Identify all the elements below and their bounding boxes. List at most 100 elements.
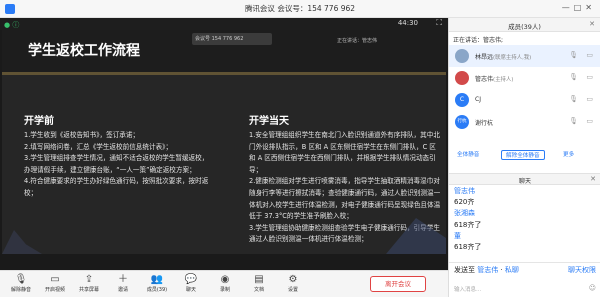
right-item: 2.健康检测组对学生进行喷雾消毒，指导学生抽取酒精消毒湿巾对随身行李等进行擦拭消… <box>249 177 441 221</box>
members-label: 成员(39) <box>146 287 168 293</box>
mic-icon[interactable]: 🎙 <box>569 51 578 59</box>
right-item: 1.安全管理组组织学生在南北门入脸识别通道外有序排队，其中北门外设排队指示，B … <box>249 131 440 174</box>
member-name: CJ <box>475 96 481 103</box>
title-bar: 腾讯会议 会议号：154 776 962 —□✕ <box>0 0 600 18</box>
video-icon[interactable]: ▭ <box>586 51 593 59</box>
video-icon[interactable]: ▭ <box>586 95 593 103</box>
members-title: 成员(39人) <box>508 23 541 31</box>
mic-icon[interactable]: 🎙 <box>569 117 578 125</box>
share-info: 会议号 154 776 962 <box>192 33 272 45</box>
slide-title: 学生返校工作流程 <box>28 43 140 59</box>
document-label: 文档 <box>253 287 264 293</box>
invite-button[interactable]: ＋ 邀请 <box>108 273 138 293</box>
chat-message: 620齐 <box>454 198 475 207</box>
video-icon: ▭ <box>50 274 60 285</box>
mic-icon[interactable]: 🎙 <box>569 95 578 103</box>
avatar <box>455 71 469 85</box>
record-button[interactable]: ◉ 录制 <box>210 273 240 293</box>
mic-icon[interactable]: 🎙 <box>569 73 578 81</box>
member-name: 林昂远(联席主持人,我) <box>475 52 531 61</box>
start-video-button[interactable]: ▭ 开启视频 <box>40 273 70 293</box>
left-item: 4.符合健康要求的学生办好绿色通行码，按照批次要求，按时返校； <box>24 177 209 197</box>
members-button[interactable]: 👥 成员(39) <box>142 273 172 293</box>
meeting-toolbar: 🎙 解除静音 ▭ 开启视频 ⇪ 共享屏幕 ＋ 邀请 👥 成员(39) 💬 聊天 … <box>0 270 448 297</box>
share-meeting-id: 会议号 154 776 962 <box>195 36 244 42</box>
chat-header: 聊天 ✕ <box>449 173 600 185</box>
close-icon[interactable]: ✕ <box>590 175 596 183</box>
emoji-icon[interactable]: ☺ <box>589 284 596 292</box>
stage-top-strip: ● ⓘ 44:30 ⛶ <box>0 18 448 30</box>
chat-input[interactable]: 输入消息... <box>454 285 481 293</box>
send-prefix: 发送至 <box>454 266 475 274</box>
members-icon: 👥 <box>150 274 164 285</box>
start-video-label: 开启视频 <box>44 287 65 293</box>
left-item: 2.填写网络问卷，汇总《学生返校前信息统计表》； <box>24 142 173 151</box>
members-header: 成员(39人) ✕ <box>449 18 600 32</box>
member-name: 管志伟(主持人) <box>475 74 513 83</box>
invite-icon: ＋ <box>118 274 128 285</box>
chat-button[interactable]: 💬 聊天 <box>176 273 206 293</box>
mute-all-button[interactable]: 全体静音 <box>457 150 479 160</box>
member-role: (主持人) <box>493 77 514 83</box>
leave-meeting-button[interactable]: 离开会议 <box>370 276 426 292</box>
member-row[interactable]: 行杭 谢行杭 🎙 ▭ <box>449 111 600 133</box>
settings-button[interactable]: ⚙ 设置 <box>278 273 308 293</box>
chat-compose: 发送至 管志伟 · 私聊 聊天权限 输入消息... ☺ <box>449 262 600 297</box>
video-icon[interactable]: ▭ <box>586 117 593 125</box>
meeting-timer: 44:30 <box>397 19 418 27</box>
invite-label: 邀请 <box>117 287 128 293</box>
video-icon[interactable]: ▭ <box>586 73 593 81</box>
record-icon: ◉ <box>220 274 230 285</box>
avatar: 行杭 <box>455 115 469 129</box>
member-row[interactable]: 管志伟(主持人) 🎙 ▭ <box>449 67 600 89</box>
avatar <box>455 49 469 63</box>
chat-permission-button[interactable]: 聊天权限 <box>568 265 596 275</box>
member-name-text: 管志伟 <box>475 76 494 83</box>
mic-icon: 🎙 <box>14 274 28 285</box>
send-target-name: 管志伟 <box>477 266 499 274</box>
avatar: C <box>455 93 469 107</box>
member-row[interactable]: C CJ 🎙 ▭ <box>449 89 600 111</box>
meeting-window: 腾讯会议 会议号：154 776 962 —□✕ ● ⓘ 44:30 ⛶ 学生返… <box>0 0 600 297</box>
member-name-text: 谢行杭 <box>475 120 494 127</box>
chat-label: 聊天 <box>185 287 196 293</box>
send-target[interactable]: 发送至 管志伟 · 私聊 <box>454 265 519 275</box>
chat-message: 618齐了 <box>454 243 482 252</box>
speaker-tag: 正在讲话：管志伟 <box>337 38 378 44</box>
unmute-button[interactable]: 🎙 解除静音 <box>6 273 36 293</box>
chat-icon: 💬 <box>184 274 198 285</box>
chat-sender: 张湘森 <box>454 209 475 218</box>
decorative-shape <box>2 230 42 254</box>
left-item: 1.学生收到《返校告知书》，签订承诺； <box>24 131 140 139</box>
chat-sender: 董 <box>454 231 461 240</box>
left-heading: 开学前 <box>24 116 54 127</box>
signal-icon[interactable]: ● ⓘ <box>4 20 19 30</box>
unmute-all-button[interactable]: 解除全体静音 <box>501 150 545 160</box>
window-controls[interactable]: —□✕ <box>562 3 596 12</box>
member-actions: 全体静音 解除全体静音 更多 <box>449 148 600 162</box>
slide-divider <box>2 72 446 75</box>
document-button[interactable]: ▤ 文档 <box>244 273 274 293</box>
shared-slide: 学生返校工作流程 会议号 154 776 962 正在讲话：管志伟 开学前 1.… <box>2 30 446 254</box>
close-icon[interactable]: ✕ <box>589 20 595 28</box>
chat-message: 618齐了 <box>454 220 482 229</box>
settings-icon: ⚙ <box>288 274 298 285</box>
left-column: 1.学生收到《返校告知书》，签订承诺； 2.填写网络问卷，汇总《学生返校前信息统… <box>24 130 212 200</box>
meeting-stage: ● ⓘ 44:30 ⛶ 学生返校工作流程 会议号 154 776 962 正在讲… <box>0 18 448 270</box>
right-heading: 开学当天 <box>249 116 289 127</box>
member-row[interactable]: 林昂远(联席主持人,我) 🎙 ▭ <box>449 45 600 67</box>
speaking-indicator: 正在讲话：管志伟; <box>453 37 504 44</box>
record-label: 录制 <box>219 287 230 293</box>
doc-icon: ▤ <box>254 274 264 285</box>
left-item: 3.学生管理组排查学生情况，通知不适合返校的学生暂缓返校，办理请假手续，建立健康… <box>24 154 209 174</box>
member-name: 谢行杭 <box>475 118 493 127</box>
chat-title: 聊天 <box>518 178 531 185</box>
more-button[interactable]: 更多 <box>563 150 574 160</box>
share-icon: ⇪ <box>84 274 94 285</box>
share-screen-button[interactable]: ⇪ 共享屏幕 <box>74 273 104 293</box>
fullscreen-icon[interactable]: ⛶ <box>436 18 442 28</box>
member-name-text: CJ <box>475 96 481 103</box>
share-screen-label: 共享屏幕 <box>78 287 99 293</box>
send-mode: 私聊 <box>504 266 519 274</box>
member-name-text: 林昂远 <box>475 54 494 61</box>
